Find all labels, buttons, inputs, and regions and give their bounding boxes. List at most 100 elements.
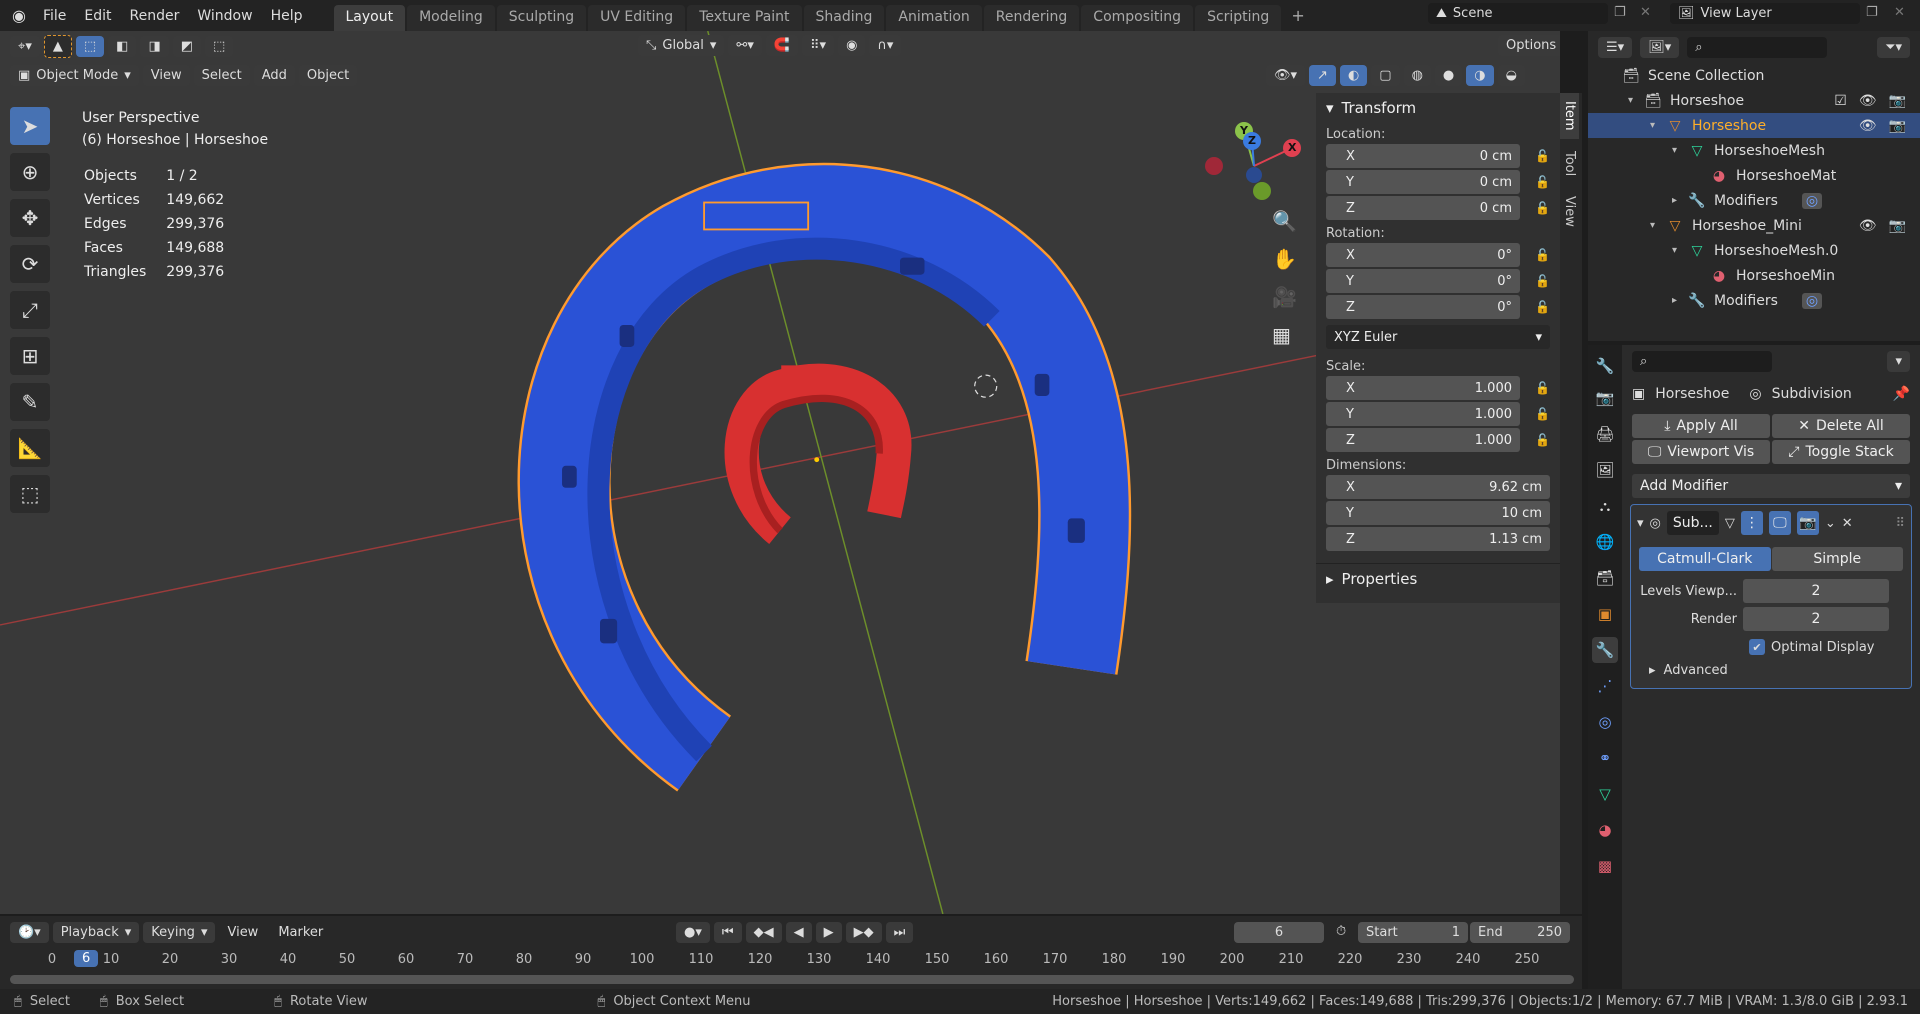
- collapse-arrow-icon[interactable]: ▾: [1672, 245, 1686, 256]
- add-cube-tool-icon[interactable]: ⬚: [10, 475, 50, 513]
- visibility-dropdown[interactable]: 👁▾: [1266, 65, 1306, 86]
- move-tool-icon[interactable]: ✥: [10, 199, 50, 237]
- eye-icon[interactable]: 👁: [1859, 218, 1877, 234]
- collection-tab-icon[interactable]: 🗃: [1592, 565, 1618, 591]
- jump-start-icon[interactable]: ⏮: [713, 922, 742, 943]
- falloff-dropdown[interactable]: ∩▾: [869, 35, 902, 56]
- delete-scene-icon[interactable]: ✕: [1640, 5, 1651, 20]
- subdivision-modifier-icon[interactable]: ◎: [1801, 292, 1823, 309]
- select-box-tool-icon[interactable]: ➤: [10, 107, 50, 145]
- data-tab-icon[interactable]: ▽: [1592, 781, 1618, 807]
- eye-icon[interactable]: 👁: [1859, 93, 1877, 109]
- jump-end-icon[interactable]: ⏭: [885, 922, 914, 943]
- lock-icon[interactable]: 🔓: [1535, 201, 1550, 215]
- camera-icon[interactable]: 📷: [1889, 218, 1906, 234]
- keying-menu[interactable]: Keying ▾: [143, 921, 216, 943]
- select-tool-icon[interactable]: ▲: [43, 35, 72, 58]
- scene-selector[interactable]: ⛰ Scene: [1428, 3, 1608, 24]
- collapse-arrow-icon[interactable]: ▾: [1650, 220, 1664, 231]
- location-x-field[interactable]: X 0 cm 🔓: [1326, 144, 1550, 168]
- lock-icon[interactable]: 🔓: [1535, 175, 1550, 189]
- lock-icon[interactable]: 🔓: [1535, 407, 1550, 421]
- menu-edit[interactable]: Edit: [75, 8, 120, 24]
- collapse-arrow-icon[interactable]: ▾: [1672, 145, 1686, 156]
- properties-search-input[interactable]: ⌕: [1632, 351, 1772, 372]
- location-y-field[interactable]: Y 0 cm 🔓: [1326, 170, 1550, 194]
- viewport-vis-button[interactable]: 🖵 Viewport Vis: [1632, 440, 1770, 464]
- dimensions-x-field[interactable]: X 9.62 cm: [1326, 475, 1550, 499]
- menu-file[interactable]: File: [34, 8, 75, 24]
- expand-arrow-icon[interactable]: ▸: [1672, 295, 1686, 306]
- playhead-frame-indicator[interactable]: 6: [74, 950, 99, 967]
- subdivision-modifier-icon[interactable]: ◎: [1801, 192, 1823, 209]
- tab-uv-editing[interactable]: UV Editing: [588, 5, 686, 31]
- lock-icon[interactable]: 🔓: [1535, 381, 1550, 395]
- scale-tool-icon[interactable]: ⤢: [10, 291, 50, 329]
- playback-menu[interactable]: Playback ▾: [52, 921, 140, 943]
- stopwatch-icon[interactable]: ⏱: [1336, 924, 1346, 939]
- delete-all-button[interactable]: ✕ Delete All: [1772, 414, 1910, 438]
- view-layer-tab-icon[interactable]: 🖼: [1592, 457, 1618, 483]
- delete-view-layer-icon[interactable]: ✕: [1894, 5, 1905, 20]
- particles-tab-icon[interactable]: ⋰: [1592, 673, 1618, 699]
- tab-view[interactable]: View: [1560, 188, 1579, 235]
- select-mode-new-icon[interactable]: ⬚: [75, 36, 105, 57]
- lock-icon[interactable]: 🔓: [1535, 300, 1550, 314]
- cage-toggle-icon[interactable]: ⋮: [1740, 511, 1763, 535]
- scene-tab-icon[interactable]: ⛬: [1592, 493, 1618, 519]
- toggle-stack-button[interactable]: ⤢ Toggle Stack: [1772, 440, 1910, 464]
- rotation-x-field[interactable]: X 0° 🔓: [1326, 243, 1550, 267]
- select-mode-invert-icon[interactable]: ◩: [172, 36, 202, 57]
- current-frame-field[interactable]: 6: [1234, 922, 1324, 943]
- object-tab-icon[interactable]: ▣: [1592, 601, 1618, 627]
- filter-view-dropdown[interactable]: 🖼▾: [1640, 36, 1680, 58]
- annotate-tool-icon[interactable]: ✎: [10, 383, 50, 421]
- tab-scripting[interactable]: Scripting: [1195, 5, 1282, 31]
- pin-icon[interactable]: 📌: [1893, 386, 1910, 402]
- timeline-view-menu[interactable]: View: [219, 922, 266, 943]
- menu-select[interactable]: Select: [193, 65, 250, 86]
- constraints-tab-icon[interactable]: ⚭: [1592, 745, 1618, 771]
- outliner-row[interactable]: ▾ ▽ Horseshoe 👁 📷: [1588, 113, 1920, 138]
- camera-icon[interactable]: 📷: [1889, 118, 1906, 134]
- select-mode-subtract-icon[interactable]: ◨: [140, 36, 169, 57]
- levels-viewport-field[interactable]: 2: [1743, 579, 1889, 603]
- catmull-clark-button[interactable]: Catmull-Clark: [1639, 547, 1771, 571]
- output-tab-icon[interactable]: 🖨: [1592, 421, 1618, 447]
- physics-tab-icon[interactable]: ◎: [1592, 709, 1618, 735]
- tab-rendering[interactable]: Rendering: [983, 5, 1080, 31]
- camera-icon[interactable]: 📷: [1889, 93, 1906, 109]
- scale-z-field[interactable]: Z 1.000 🔓: [1326, 428, 1550, 452]
- viewport-toggle-icon[interactable]: 🖵: [1768, 511, 1791, 535]
- expand-arrow-icon[interactable]: ▸: [1672, 195, 1686, 206]
- gizmo-toggle-icon[interactable]: ↗: [1309, 65, 1336, 86]
- tab-item[interactable]: Item: [1560, 93, 1579, 139]
- snap-target-dropdown[interactable]: ⠿▾: [802, 35, 835, 56]
- ortho-grid-icon[interactable]: ▦: [1272, 323, 1297, 347]
- render-toggle-icon[interactable]: 📷: [1796, 511, 1819, 535]
- rotation-z-field[interactable]: Z 0° 🔓: [1326, 295, 1550, 319]
- start-frame-field[interactable]: Start 1: [1358, 922, 1468, 943]
- render-tab-icon[interactable]: 📷: [1592, 385, 1618, 411]
- proportional-edit-icon[interactable]: ◉: [838, 35, 866, 56]
- apply-all-button[interactable]: ⤓ Apply All: [1632, 414, 1770, 438]
- location-z-field[interactable]: Z 0 cm 🔓: [1326, 196, 1550, 220]
- lock-icon[interactable]: 🔓: [1535, 149, 1550, 163]
- snap-toggle-icon[interactable]: 🧲: [765, 35, 799, 56]
- add-modifier-dropdown[interactable]: Add Modifier ▾: [1632, 474, 1910, 498]
- lock-icon[interactable]: 🔓: [1535, 433, 1550, 447]
- blender-logo-icon[interactable]: ◉: [0, 6, 34, 25]
- timeline-scrollbar[interactable]: [10, 975, 1574, 984]
- outliner-row[interactable]: ▾ 🗃 Horseshoe ☑ 👁 📷: [1588, 88, 1920, 113]
- menu-view[interactable]: View: [142, 65, 190, 86]
- transform-panel-header[interactable]: ▾ Transform: [1316, 93, 1560, 123]
- view-layer-selector[interactable]: 🖼 View Layer: [1670, 3, 1860, 24]
- outliner-row[interactable]: ◕ HorseshoeMat: [1588, 163, 1920, 188]
- render-levels-field[interactable]: 2: [1743, 607, 1889, 631]
- exclude-checkbox-icon[interactable]: ☑: [1834, 93, 1847, 109]
- eye-icon[interactable]: 👁: [1859, 118, 1877, 134]
- material-tab-icon[interactable]: ◕: [1592, 817, 1618, 843]
- menu-help[interactable]: Help: [262, 8, 312, 24]
- frame-ruler[interactable]: 0 10 20 30 40 50 60 70 80 90 100 110 120 130 140 150 160…: [0, 950, 1582, 972]
- xray-toggle-icon[interactable]: ▢: [1371, 65, 1400, 86]
